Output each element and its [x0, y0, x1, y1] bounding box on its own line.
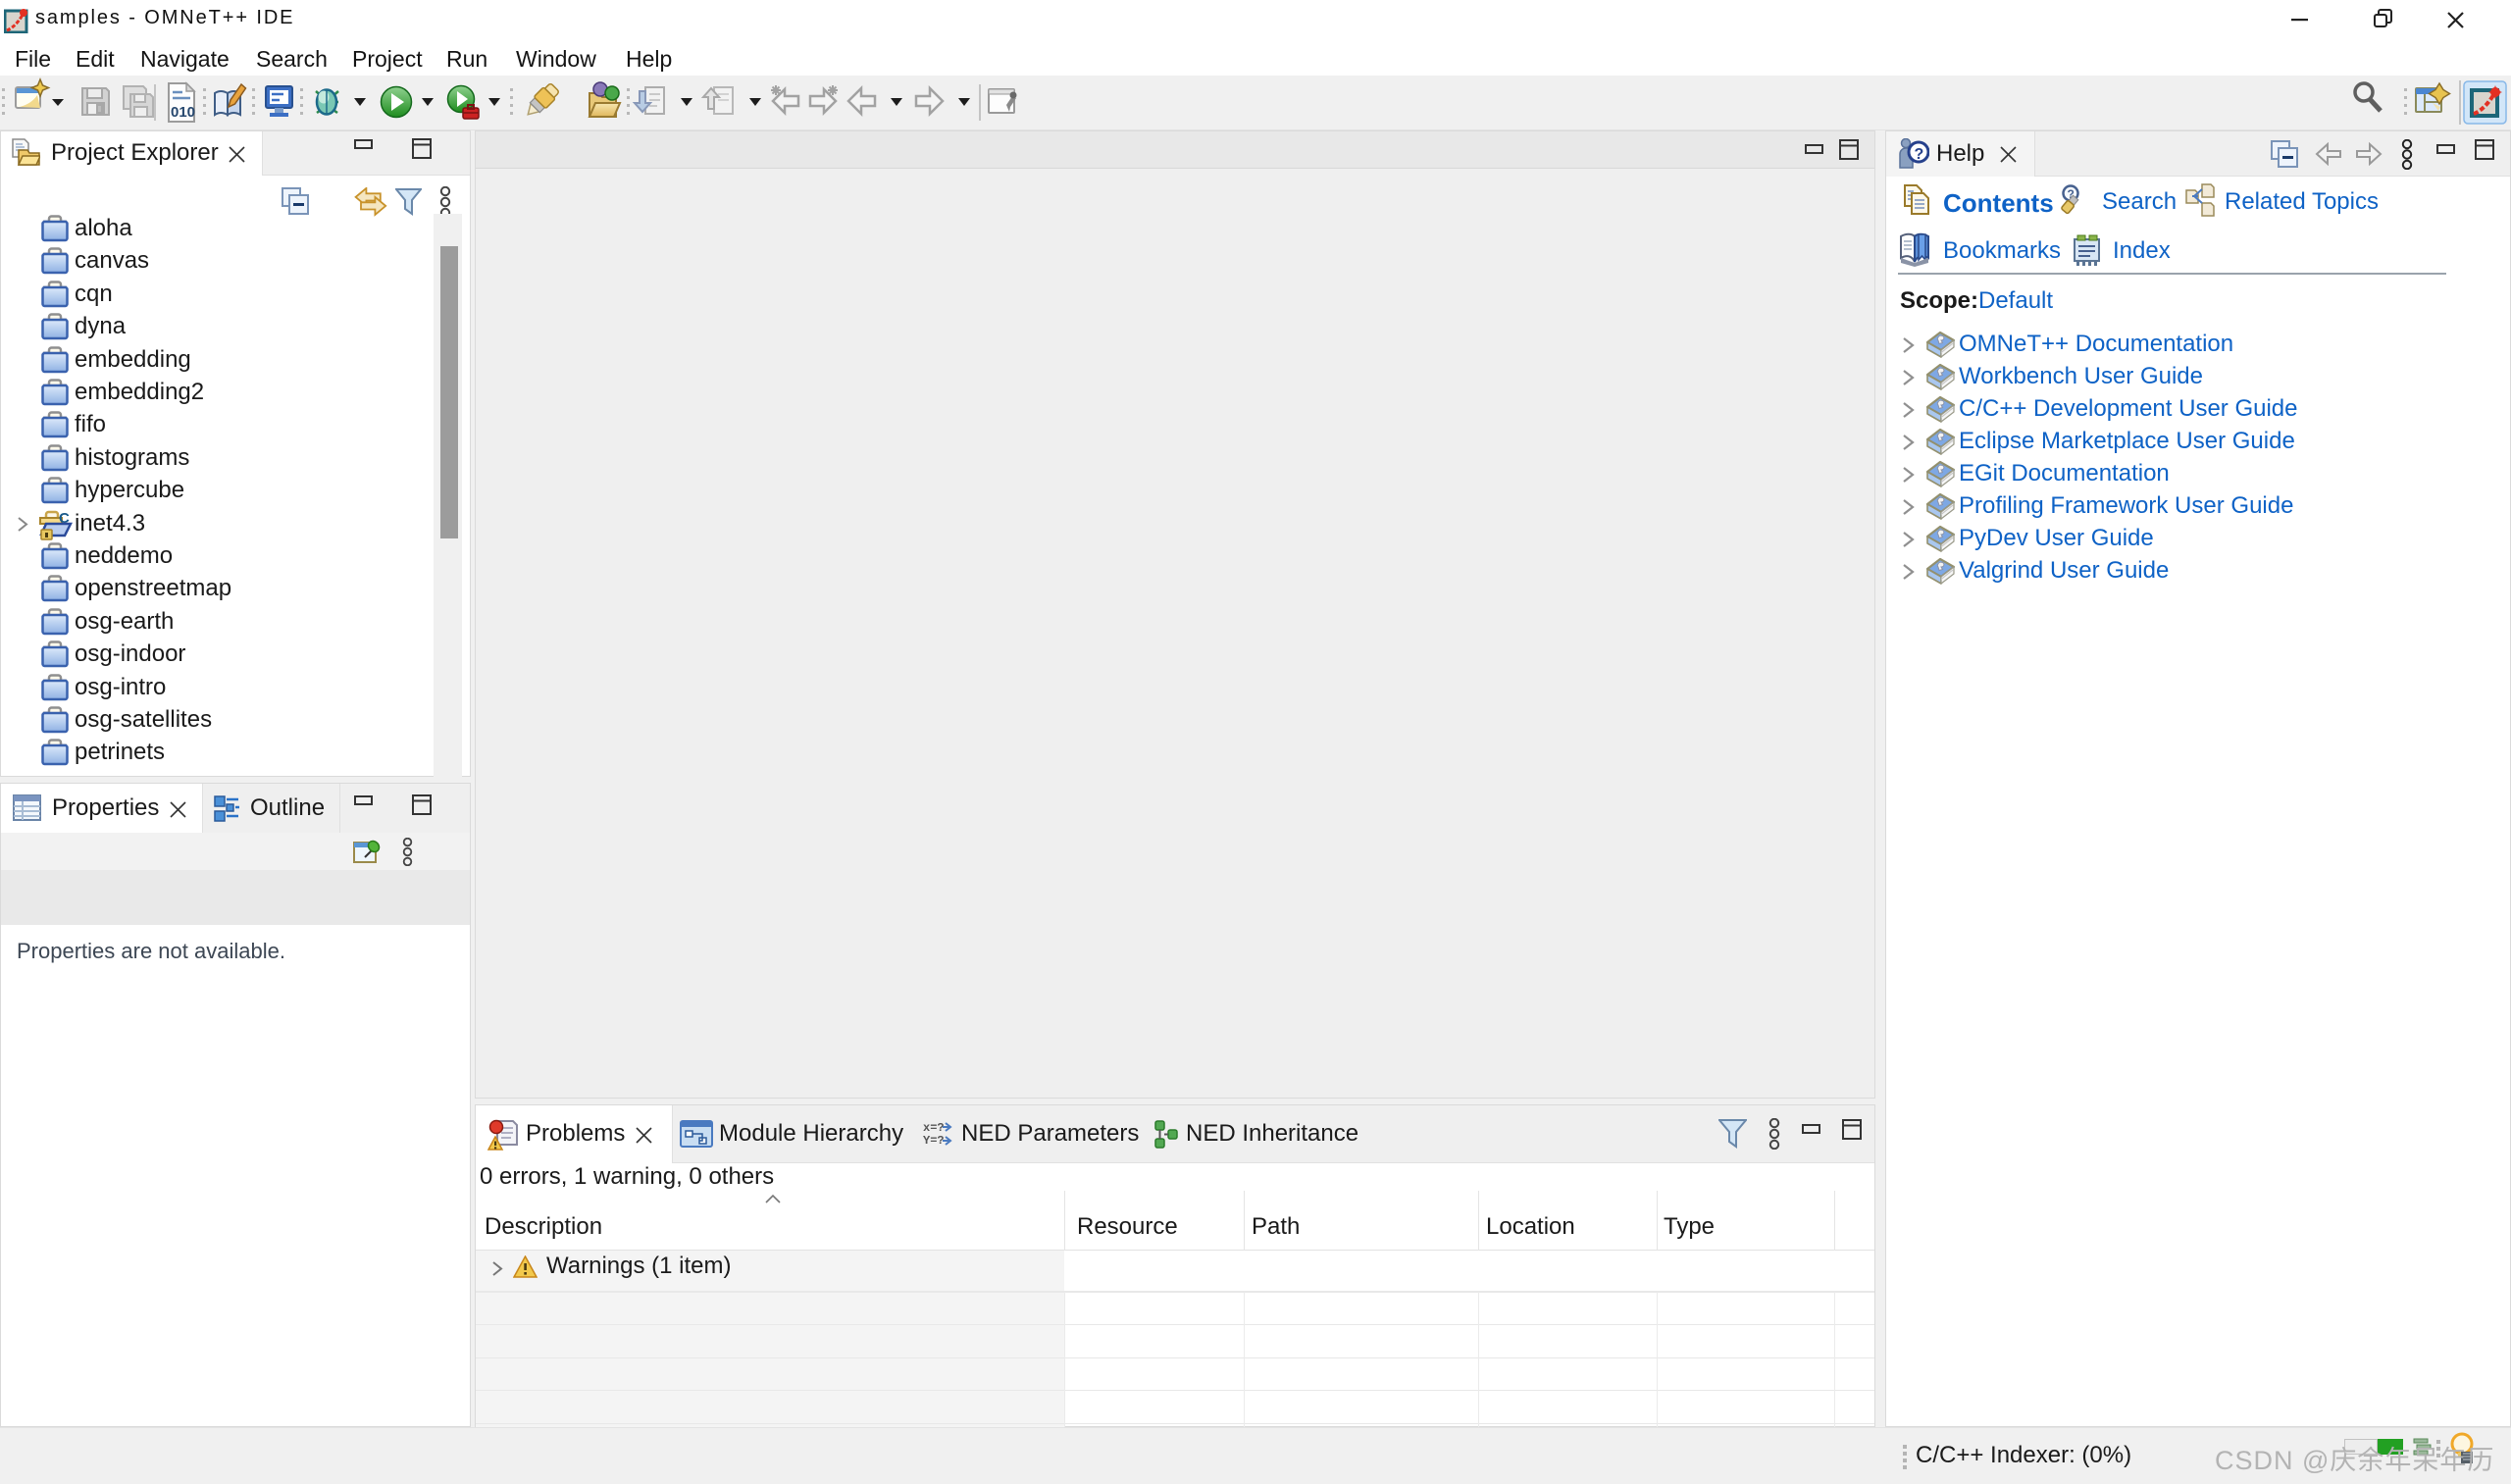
- svg-text:Y=?: Y=?: [923, 1134, 945, 1148]
- svg-text:?: ?: [1915, 146, 1924, 163]
- svg-text:010: 010: [171, 104, 195, 121]
- svg-text:x=?: x=?: [923, 1121, 945, 1135]
